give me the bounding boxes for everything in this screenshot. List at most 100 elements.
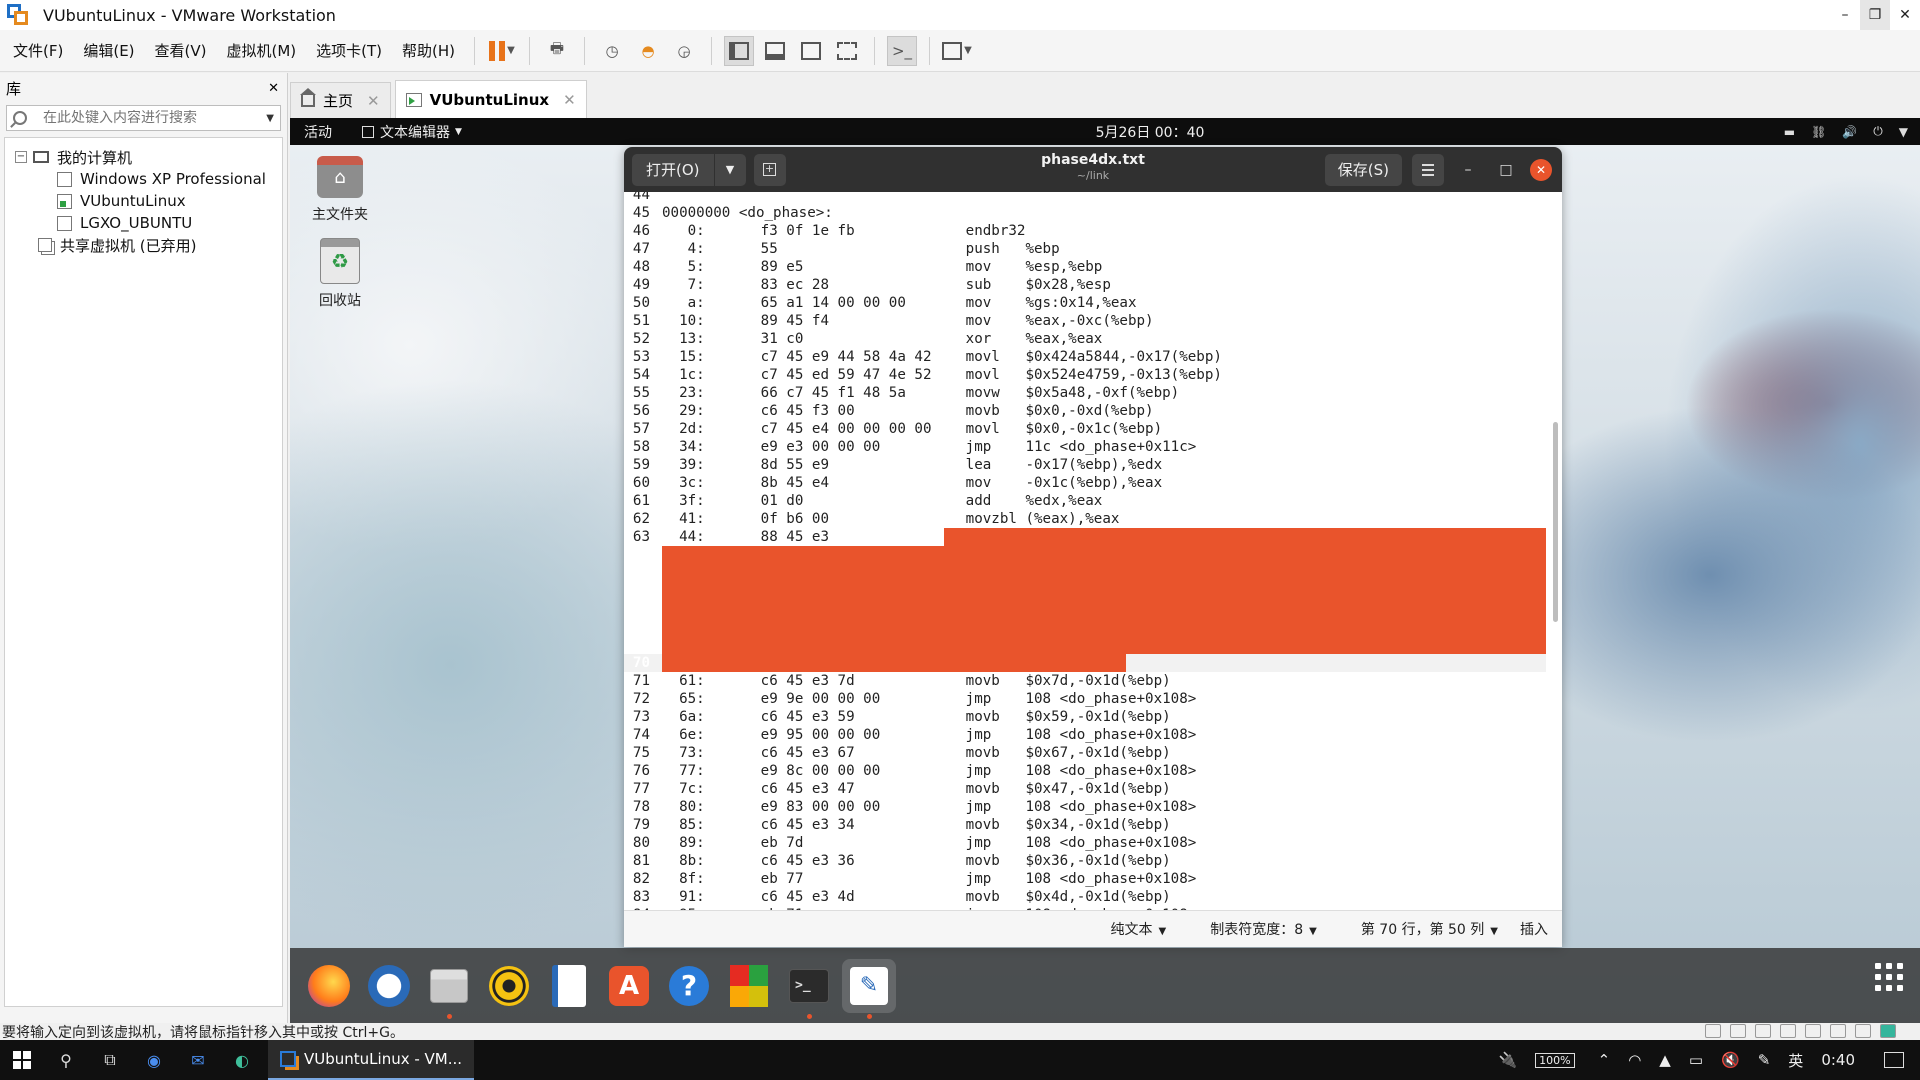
close-button[interactable]: ✕ bbox=[1890, 0, 1920, 30]
code-line[interactable]: 82 8f: eb 77 jmp 108 <do_phase+0x108> bbox=[624, 870, 1546, 888]
snapshot-manager-button[interactable]: ◶ bbox=[669, 36, 699, 66]
chevron-up-icon[interactable]: ⌃ bbox=[1598, 1051, 1611, 1069]
search-button[interactable]: ⚲ bbox=[44, 1040, 88, 1080]
tab-close-button[interactable]: ✕ bbox=[367, 92, 380, 110]
tray-app-icon[interactable]: ▲ bbox=[1659, 1051, 1671, 1069]
code-line[interactable]: 65 4b: 83 e8 41 sub $0x41,%eax bbox=[624, 564, 1546, 582]
editor-close-button[interactable]: ✕ bbox=[1530, 158, 1552, 181]
editor-text-area[interactable]: 44 45 00000000 <do_phase>: 46 0: f3 0f 1e f… bbox=[624, 192, 1562, 910]
cd-icon[interactable] bbox=[1730, 1024, 1746, 1038]
code-line[interactable]: 57 2d: c7 45 e4 00 00 00 00 movl $0x0,-0… bbox=[624, 420, 1546, 438]
menu-edit[interactable]: 编辑(E) bbox=[73, 40, 144, 61]
code-line[interactable]: 50 a: 65 a1 14 00 00 00 mov %gs:0x14,%ea… bbox=[624, 294, 1546, 312]
code-line[interactable]: 58 34: e9 e3 00 00 00 jmp 11c <do_phase+… bbox=[624, 438, 1546, 456]
code-line[interactable]: 51 10: 89 45 f4 mov %eax,-0xc(%ebp) bbox=[624, 312, 1546, 330]
new-document-button[interactable]: + bbox=[753, 153, 786, 186]
menu-file[interactable]: 文件(F) bbox=[0, 40, 73, 61]
code-line[interactable]: 71 61: c6 45 e3 7d movb $0x7d,-0x1d(%ebp… bbox=[624, 672, 1546, 690]
code-line[interactable]: 54 1c: c7 45 ed 59 47 4e 52 movl $0x524e… bbox=[624, 366, 1546, 384]
dock-help[interactable]: ? bbox=[662, 959, 716, 1013]
vertical-scrollbar[interactable] bbox=[1553, 422, 1558, 622]
code-line[interactable]: 45 00000000 <do_phase>: bbox=[624, 204, 1546, 222]
code-line[interactable]: 44 bbox=[624, 192, 1546, 204]
tree-item-vm[interactable]: VUbuntuLinux bbox=[5, 190, 282, 212]
code-line[interactable]: 67 51: 0f 87 b1 00 00 00 ja 108 <do_phas… bbox=[624, 600, 1546, 618]
battery-indicator[interactable]: 100% bbox=[1535, 1052, 1575, 1068]
format-selector[interactable]: 纯文本 ▼ bbox=[1089, 919, 1167, 939]
printer-icon[interactable] bbox=[1780, 1024, 1796, 1038]
clock[interactable]: 5月26日 00：40 bbox=[1050, 122, 1250, 142]
code-line[interactable]: 62 41: 0f b6 00 movzbl (%eax),%eax bbox=[624, 510, 1546, 528]
battery-icon[interactable]: ▭ bbox=[1689, 1051, 1703, 1069]
code-line[interactable]: 49 7: 83 ec 28 sub $0x28,%esp bbox=[624, 276, 1546, 294]
desktop-trash[interactable]: ♻ 回收站 bbox=[300, 238, 380, 310]
code-line[interactable]: 53 15: c7 45 e9 44 58 4a 42 movl $0x424a… bbox=[624, 348, 1546, 366]
show-applications-button[interactable] bbox=[1874, 962, 1904, 992]
display-icon[interactable] bbox=[1855, 1024, 1871, 1038]
tree-item-shared-vms[interactable]: 共享虚拟机 (已弃用) bbox=[5, 234, 282, 256]
dock-software[interactable]: A bbox=[602, 959, 656, 1013]
pause-button[interactable]: ▼ bbox=[487, 36, 517, 66]
collapse-icon[interactable]: − bbox=[15, 151, 27, 163]
message-icon[interactable] bbox=[1880, 1024, 1896, 1038]
dock-text-editor[interactable]: ✎ bbox=[842, 958, 896, 1019]
show-library-button[interactable] bbox=[724, 35, 755, 66]
network-adapter-icon[interactable] bbox=[1755, 1024, 1771, 1038]
hamburger-menu-button[interactable] bbox=[1412, 153, 1444, 186]
console-view-button[interactable]: >_ bbox=[887, 35, 918, 66]
code-line[interactable]: 80 89: eb 7d jmp 108 <do_phase+0x108> bbox=[624, 834, 1546, 852]
code-line[interactable]: 59 39: 8d 55 e9 lea -0x17(%ebp),%edx bbox=[624, 456, 1546, 474]
code-line[interactable]: 66 4e: 83 f8 19 cmp $0x19,%eax bbox=[624, 582, 1546, 600]
send-ctrl-alt-del-button[interactable]: 🖶 bbox=[542, 36, 572, 66]
thumbnail-bar-button[interactable] bbox=[760, 36, 790, 66]
dock-thunderbird[interactable] bbox=[362, 959, 416, 1013]
code-line[interactable]: 48 5: 89 e5 mov %esp,%ebp bbox=[624, 258, 1546, 276]
stretch-button[interactable]: ▼ bbox=[942, 36, 972, 66]
desktop-home-folder[interactable]: ⌂ 主文件夹 bbox=[300, 156, 380, 224]
code-line[interactable]: 63 44: 88 45 e3 mov %al,-0x1d(%ebp) bbox=[624, 528, 1546, 546]
code-line[interactable]: 79 85: c6 45 e3 34 movb $0x34,-0x1d(%ebp… bbox=[624, 816, 1546, 834]
activities-button[interactable]: 活动 bbox=[304, 122, 332, 142]
taskbar-clock[interactable]: 0:40 bbox=[1821, 1051, 1855, 1069]
code-line[interactable]: 73 6a: c6 45 e3 59 movb $0x59,-0x1d(%ebp… bbox=[624, 708, 1546, 726]
tab-vubuntulinux[interactable]: VUbuntuLinux ✕ bbox=[394, 80, 587, 118]
code-line[interactable]: 77 7c: c6 45 e3 47 movb $0x47,-0x1d(%ebp… bbox=[624, 780, 1546, 798]
taskbar-vmware-window[interactable]: VUbuntuLinux - VM... bbox=[268, 1040, 475, 1080]
full-screen-button[interactable] bbox=[796, 36, 826, 66]
menu-vm[interactable]: 虚拟机(M) bbox=[217, 40, 307, 61]
menu-help[interactable]: 帮助(H) bbox=[392, 40, 465, 61]
snapshot-button[interactable]: ◷ bbox=[597, 36, 627, 66]
code-line[interactable]: 78 80: e9 83 00 00 00 jmp 108 <do_phase+… bbox=[624, 798, 1546, 816]
code-line[interactable]: 46 0: f3 0f 1e fb endbr32 bbox=[624, 222, 1546, 240]
code-line[interactable]: 68 57: 8b 04 85 00 00 00 00 mov 0x0(,%ea… bbox=[624, 618, 1546, 636]
sound-icon[interactable] bbox=[1805, 1024, 1821, 1038]
code-content[interactable]: 44 45 00000000 <do_phase>: 46 0: f3 0f 1e f… bbox=[624, 192, 1546, 910]
save-button[interactable]: 保存(S) bbox=[1324, 153, 1402, 186]
code-line[interactable]: 64 47: 0f be 45 e3 movsbl -0x1d(%ebp),%e… bbox=[624, 546, 1546, 564]
taskbar-app-1[interactable]: ◉ bbox=[132, 1040, 176, 1080]
code-line[interactable]: 83 91: c6 45 e3 4d movb $0x4d,-0x1d(%ebp… bbox=[624, 888, 1546, 906]
notification-icon[interactable] bbox=[1884, 1052, 1904, 1068]
cursor-position-selector[interactable]: 第 70 行，第 50 列 ▼ bbox=[1339, 919, 1498, 939]
editor-maximize-button[interactable]: □ bbox=[1492, 162, 1520, 178]
ime-indicator[interactable]: 英 bbox=[1788, 1050, 1803, 1071]
code-line[interactable]: 76 77: e9 8c 00 00 00 jmp 108 <do_phase+… bbox=[624, 762, 1546, 780]
menu-view[interactable]: 查看(V) bbox=[145, 40, 217, 61]
code-line[interactable]: 60 3c: 8b 45 e4 mov -0x1c(%ebp),%eax bbox=[624, 474, 1546, 492]
start-button[interactable] bbox=[0, 1040, 44, 1080]
usb-icon[interactable] bbox=[1830, 1024, 1846, 1038]
code-line[interactable]: 74 6e: e9 95 00 00 00 jmp 108 <do_phase+… bbox=[624, 726, 1546, 744]
code-line[interactable]: 72 65: e9 9e 00 00 00 jmp 108 <do_phase+… bbox=[624, 690, 1546, 708]
guest-screen[interactable]: 活动 文本编辑器 ▼ 5月26日 00：40 ▬ ⛓ 🔊 ⏻ ▼ ⌂ 主文件夹 … bbox=[290, 118, 1920, 1023]
code-line[interactable]: 81 8b: c6 45 e3 36 movb $0x36,-0x1d(%ebp… bbox=[624, 852, 1546, 870]
tab-home[interactable]: 主页 ✕ bbox=[290, 82, 391, 118]
code-line[interactable]: 56 29: c6 45 f3 00 movb $0x0,-0xd(%ebp) bbox=[624, 402, 1546, 420]
open-dropdown-button[interactable]: ▼ bbox=[713, 153, 746, 186]
hdd-icon[interactable] bbox=[1705, 1024, 1721, 1038]
code-line[interactable]: 70 5e: 3e ff e0 notrack jmp *%eax bbox=[624, 654, 1546, 672]
unity-button[interactable] bbox=[832, 36, 862, 66]
pen-icon[interactable]: ✎ bbox=[1758, 1051, 1771, 1069]
minimize-button[interactable]: – bbox=[1830, 0, 1860, 30]
tab-close-button[interactable]: ✕ bbox=[563, 91, 576, 109]
code-line[interactable]: 52 13: 31 c0 xor %eax,%eax bbox=[624, 330, 1546, 348]
